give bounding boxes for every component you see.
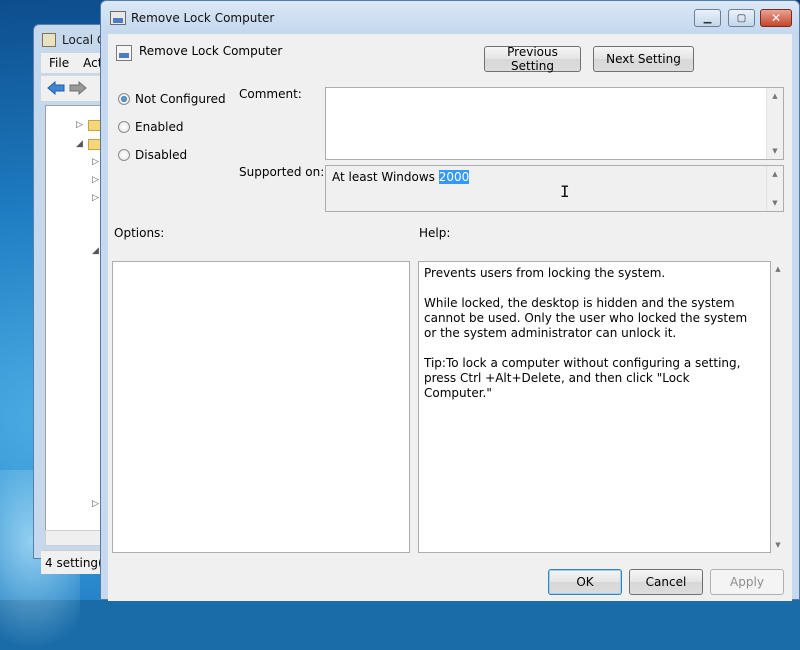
collapse-arrow-icon[interactable]: ◢ — [92, 246, 99, 256]
minimize-button[interactable]: ▁ — [694, 9, 721, 27]
text-cursor-icon: I — [560, 182, 570, 201]
close-button[interactable]: ✕ — [760, 9, 792, 27]
supported-on-text: At least Windows 2000 — [332, 170, 470, 184]
help-paragraph: Tip:To lock a computer without configuri… — [424, 356, 741, 400]
background-window-title: Local G — [42, 33, 106, 47]
help-paragraph: While locked, the desktop is hidden and … — [424, 296, 748, 340]
supported-on-prefix: At least Windows — [332, 170, 439, 184]
radio-disabled[interactable]: Disabled — [118, 148, 187, 162]
radio-button[interactable] — [118, 149, 130, 161]
maximize-button[interactable]: ▢ — [728, 9, 755, 27]
maximize-icon: ▢ — [736, 12, 747, 24]
radio-enabled[interactable]: Enabled — [118, 120, 184, 134]
expand-arrow-icon[interactable]: ▷ — [92, 499, 99, 509]
scroll-up-icon[interactable]: ▲ — [767, 166, 783, 182]
dialog-title: Remove Lock Computer — [131, 11, 275, 25]
radio-enabled-label: Enabled — [135, 120, 184, 134]
next-setting-button[interactable]: Next Setting — [593, 46, 694, 72]
supported-on-selection: 2000 — [438, 170, 470, 184]
dialog-titlebar[interactable]: Remove Lock Computer ▁ ▢ ✕ — [101, 1, 799, 34]
expand-arrow-icon[interactable]: ▷ — [92, 193, 99, 203]
scroll-down-icon[interactable]: ▼ — [771, 537, 785, 553]
help-pane[interactable]: Prevents users from locking the system. … — [418, 261, 771, 553]
radio-not-configured[interactable]: Not Configured — [118, 92, 226, 106]
policy-setting-icon — [110, 11, 126, 25]
radio-not-configured-label: Not Configured — [135, 92, 226, 106]
comment-label: Comment: — [239, 87, 302, 101]
help-paragraph: Prevents users from locking the system. — [424, 266, 666, 280]
ok-button[interactable]: OK — [548, 569, 622, 595]
supported-on-field[interactable]: At least Windows 2000 ▲ ▼ — [325, 165, 784, 212]
menu-file[interactable]: File — [49, 56, 69, 70]
minimize-icon: ▁ — [703, 12, 712, 24]
scroll-up-icon[interactable]: ▲ — [771, 261, 785, 277]
apply-button[interactable]: Apply — [710, 569, 784, 595]
scroll-down-icon[interactable]: ▼ — [767, 195, 783, 211]
help-scrollbar[interactable]: ▲ ▼ — [771, 261, 785, 553]
policy-editor-icon — [42, 33, 56, 47]
radio-button-checked[interactable] — [118, 93, 130, 105]
scroll-down-icon[interactable]: ▼ — [767, 143, 783, 159]
cancel-button[interactable]: Cancel — [629, 569, 703, 595]
close-icon: ✕ — [770, 11, 782, 25]
expand-arrow-icon[interactable]: ▷ — [92, 175, 99, 185]
expand-arrow-icon[interactable]: ▷ — [76, 120, 83, 130]
forward-arrow-icon[interactable] — [69, 81, 87, 95]
policy-setting-dialog: Remove Lock Computer ▁ ▢ ✕ Remove Lock C… — [100, 0, 800, 601]
previous-setting-button[interactable]: Previous Setting — [484, 45, 581, 73]
comment-field[interactable]: ▲ ▼ — [325, 87, 784, 160]
comment-scrollbar[interactable]: ▲ ▼ — [766, 88, 783, 159]
help-text: Prevents users from locking the system. … — [424, 266, 754, 416]
scroll-up-icon[interactable]: ▲ — [767, 88, 783, 104]
supported-on-label: Supported on: — [239, 165, 325, 179]
options-pane[interactable] — [112, 261, 410, 553]
setting-header-icon — [116, 45, 132, 61]
back-arrow-icon[interactable] — [47, 81, 65, 95]
setting-header-title: Remove Lock Computer — [139, 44, 283, 58]
supported-scrollbar[interactable]: ▲ ▼ — [766, 166, 783, 211]
radio-disabled-label: Disabled — [135, 148, 188, 162]
dialog-client-area: Remove Lock Computer Previous Setting Ne… — [108, 34, 792, 601]
radio-button[interactable] — [118, 121, 130, 133]
collapse-arrow-icon[interactable]: ◢ — [76, 139, 83, 149]
help-label: Help: — [419, 226, 451, 240]
options-label: Options: — [114, 226, 165, 240]
expand-arrow-icon[interactable]: ▷ — [92, 157, 99, 167]
